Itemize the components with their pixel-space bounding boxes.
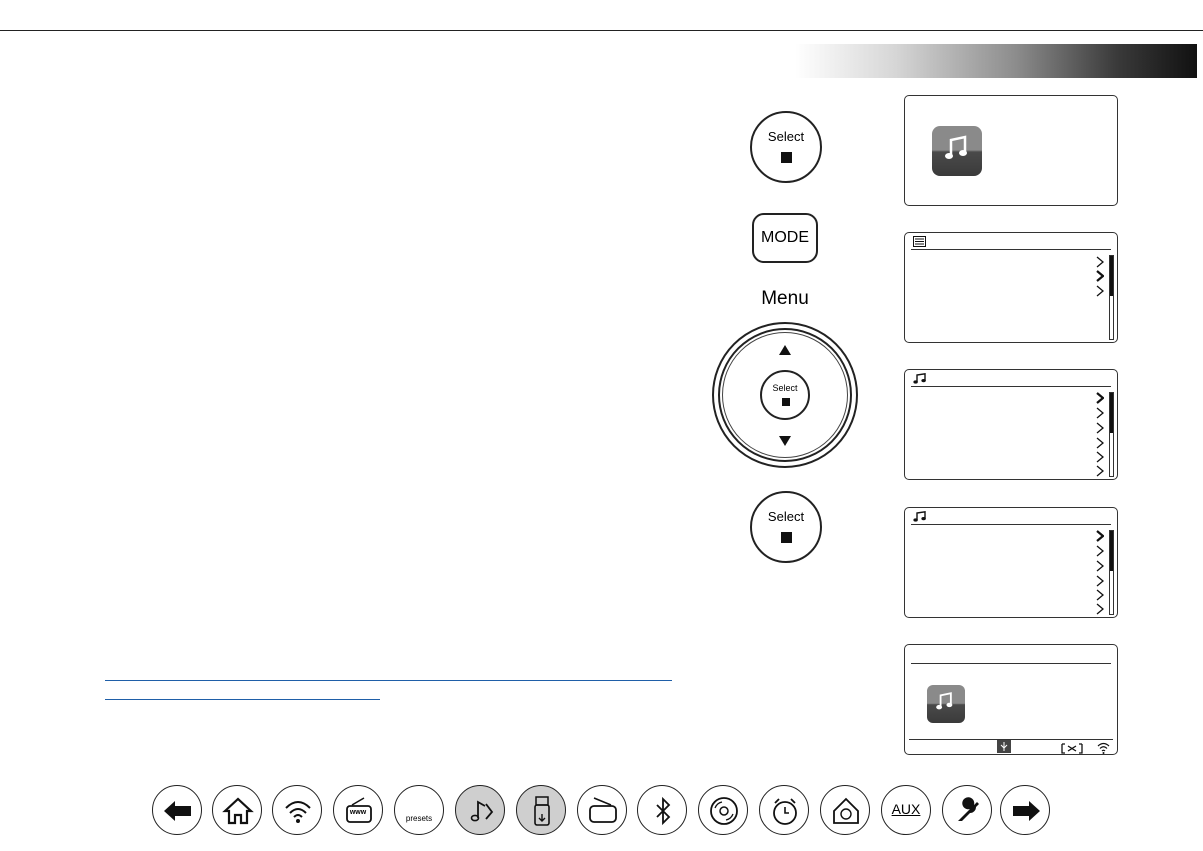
usb-status-icon: [997, 740, 1011, 753]
select-square-icon: [781, 532, 792, 543]
chevron-right-icon: [1096, 560, 1104, 572]
chevron-right-icon: [1096, 256, 1104, 268]
chevron-right-icon: [1096, 465, 1104, 477]
screen-header-divider: [911, 249, 1111, 250]
music-player-app-icon: [927, 685, 965, 723]
nav-usb-button[interactable]: [516, 785, 566, 835]
nav-cd-button[interactable]: [698, 785, 748, 835]
screen-scrollbar: [1109, 530, 1114, 615]
chevron-right-icon: [1096, 589, 1104, 601]
chevron-right-icon: [1096, 270, 1104, 282]
top-rule: [0, 30, 1203, 31]
chevron-right-icon: [1096, 392, 1104, 404]
lcd-screen-music-list-2: [904, 507, 1118, 618]
select-button-label: Select: [767, 129, 805, 144]
chevron-right-icon: [1096, 603, 1104, 615]
lcd-screen-music-player: [904, 95, 1118, 206]
status-bar-divider: [909, 739, 1113, 740]
header-gradient-bar: [795, 44, 1197, 78]
chevron-right-icon: [1096, 437, 1104, 449]
music-note-icon: [913, 510, 927, 525]
www-label: www: [349, 809, 367, 816]
dial-select-label: Select: [772, 383, 798, 393]
menu-label: Menu: [761, 288, 809, 309]
chevron-right-icon: [1096, 422, 1104, 434]
link-underline-1[interactable]: [105, 680, 672, 681]
nav-alarm-button[interactable]: [759, 785, 809, 835]
nav-media-player-button[interactable]: [820, 785, 870, 835]
nav-settings-button[interactable]: [942, 785, 992, 835]
link-underline-2[interactable]: [105, 699, 380, 700]
screen-header-divider: [911, 386, 1111, 387]
chevron-right-icon: [1096, 545, 1104, 557]
nav-dab-radio-button[interactable]: [577, 785, 627, 835]
select-square-icon: [781, 152, 792, 163]
music-player-app-icon: [932, 126, 982, 176]
wifi-signal-icon: [1097, 741, 1110, 754]
nav-internet-radio-button[interactable]: www: [333, 785, 383, 835]
nav-bluetooth-button[interactable]: [637, 785, 687, 835]
select-button-label: Select: [767, 509, 805, 524]
menu-list-icon: [913, 236, 926, 250]
chevron-right-icon: [1096, 530, 1104, 542]
screen-scrollbar: [1109, 392, 1114, 477]
dial-up-arrow-icon[interactable]: [779, 345, 791, 355]
nav-presets-button[interactable]: presets: [394, 785, 444, 835]
mode-button[interactable]: MODE: [752, 213, 818, 263]
chevron-right-icon: [1096, 407, 1104, 419]
stereo-status-icon: [1061, 741, 1083, 754]
chevron-right-icon: [1096, 575, 1104, 587]
dial-select-button[interactable]: Select: [760, 370, 810, 420]
dial-select-square-icon: [782, 398, 790, 406]
nav-aux-button[interactable]: AUX: [881, 785, 931, 835]
lcd-screen-menu-list: [904, 232, 1118, 343]
mode-button-label: MODE: [761, 229, 809, 246]
select-button-bottom[interactable]: Select: [750, 491, 822, 563]
nav-forward-button[interactable]: [1000, 785, 1050, 835]
select-button-top[interactable]: Select: [750, 111, 822, 183]
chevron-right-icon: [1096, 451, 1104, 463]
lcd-screen-music-list-1: [904, 369, 1118, 480]
lcd-screen-now-playing: [904, 644, 1118, 755]
music-note-icon: [913, 372, 927, 387]
dial-down-arrow-icon[interactable]: [779, 436, 791, 446]
nav-music-player-button[interactable]: [455, 785, 505, 835]
screen-header-divider: [911, 524, 1111, 525]
nav-back-button[interactable]: [152, 785, 202, 835]
aux-label: AUX: [891, 801, 921, 817]
screen-scrollbar: [1109, 255, 1114, 340]
presets-label: presets: [405, 814, 433, 823]
nav-home-button[interactable]: [212, 785, 262, 835]
chevron-right-icon: [1096, 285, 1104, 297]
nav-network-button[interactable]: [272, 785, 322, 835]
screen-header-divider: [911, 663, 1111, 664]
